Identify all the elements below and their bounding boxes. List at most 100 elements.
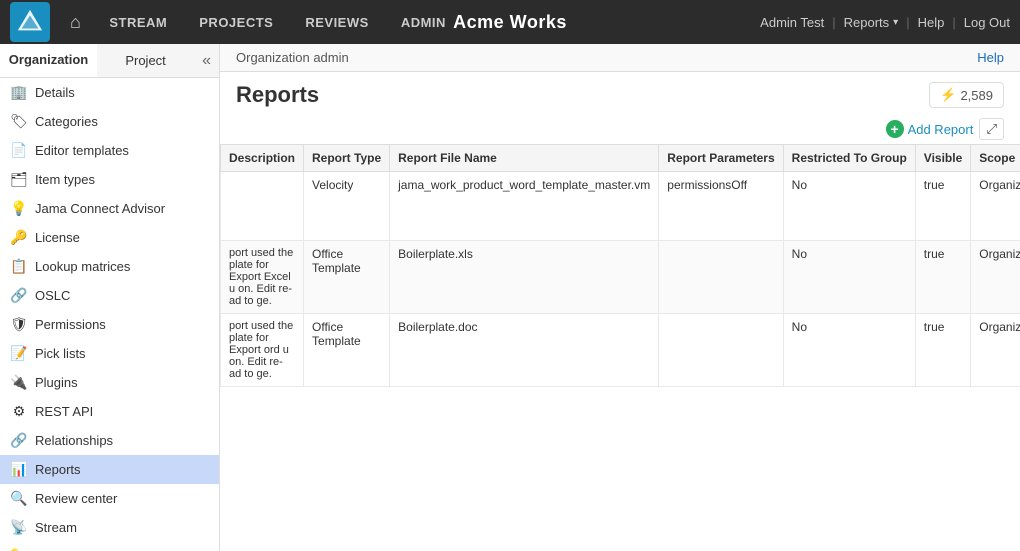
license-icon: 🔑 [10, 229, 28, 246]
sidebar-label-permissions: Permissions [35, 317, 106, 332]
row1-scope: Organization [971, 172, 1020, 241]
col-visible: Visible [915, 145, 970, 172]
stream-icon: 📡 [10, 519, 28, 536]
sidebar-item-rest-api[interactable]: ⚙ REST API [0, 397, 219, 426]
sidebar-tabs-row: Organization Project « [0, 44, 219, 78]
sidebar: Organization Project « 🏢 Details 🏷 Categ… [0, 44, 220, 551]
sidebar-item-pick-lists[interactable]: 📝 Pick lists [0, 339, 219, 368]
tab-project[interactable]: Project [97, 44, 194, 77]
col-report-type: Report Type [304, 145, 390, 172]
sidebar-item-license[interactable]: 🔑 License [0, 223, 219, 252]
table-row: port used the plate for Export Excel u o… [221, 241, 1020, 314]
sidebar-item-item-types[interactable]: 🗂 Item types [0, 165, 219, 194]
table-header-row: Description Report Type Report File Name… [221, 145, 1020, 172]
breadcrumb: Organization admin [236, 50, 349, 65]
sidebar-label-jama-advisor: Jama Connect Advisor [35, 201, 165, 216]
sep2: | [906, 15, 909, 30]
dropdown-arrow: ▾ [893, 17, 898, 28]
row3-scope: Organization [971, 314, 1020, 387]
row3-description: port used the plate for Export ord u on.… [221, 314, 304, 387]
sidebar-item-stream[interactable]: 📡 Stream [0, 513, 219, 542]
col-restricted-to-group: Restricted To Group [783, 145, 915, 172]
content-header: Organization admin Help [220, 44, 1020, 72]
row1-report-parameters: permissionsOff [659, 172, 783, 241]
sidebar-label-item-types: Item types [35, 172, 95, 187]
sidebar-tabs: Organization Project [0, 44, 194, 77]
sidebar-item-lookup-matrices[interactable]: 📋 Lookup matrices [0, 252, 219, 281]
sidebar-label-reports: Reports [35, 462, 81, 477]
relationships-icon: 🔗 [10, 432, 28, 449]
nav-home[interactable]: ⌂ [58, 0, 93, 44]
sidebar-item-jama-connect-advisor[interactable]: 💡 Jama Connect Advisor [0, 194, 219, 223]
permissions-icon: 🛡 [10, 316, 28, 333]
oslc-icon: 🔗 [10, 287, 28, 304]
nav-stream[interactable]: STREAM [93, 0, 183, 44]
nav-help[interactable]: Help [918, 15, 945, 30]
row3-visible: true [915, 314, 970, 387]
tab-organization[interactable]: Organization [0, 44, 97, 77]
sidebar-label-rest-api: REST API [35, 404, 93, 419]
toolbar-row: + Add Report ⤢ [220, 114, 1020, 144]
nav-user[interactable]: Admin Test [760, 15, 824, 30]
sep3: | [952, 15, 955, 30]
sidebar-item-editor-templates[interactable]: 📄 Editor templates [0, 136, 219, 165]
categories-icon: 🏷 [10, 113, 28, 130]
sidebar-collapse-button[interactable]: « [194, 46, 219, 76]
sep1: | [832, 15, 835, 30]
nav-reviews[interactable]: REVIEWS [289, 0, 384, 44]
sidebar-item-system-health-report[interactable]: 💊 System health report [0, 542, 219, 551]
pulse-icon: ⚡ [940, 87, 956, 103]
row1-visible: true [915, 172, 970, 241]
app-title: Acme Works [453, 12, 567, 33]
review-center-icon: 🔍 [10, 490, 28, 507]
row1-report-file-name: jama_work_product_word_template_master.v… [390, 172, 659, 241]
nav-links: ⌂ STREAM PROJECTS REVIEWS ADMIN [58, 0, 462, 44]
sidebar-label-editor-templates: Editor templates [35, 143, 129, 158]
sidebar-label-lookup-matrices: Lookup matrices [35, 259, 130, 274]
reports-icon: 📊 [10, 461, 28, 478]
table-row: port used the plate for Export ord u on.… [221, 314, 1020, 387]
row2-description: port used the plate for Export Excel u o… [221, 241, 304, 314]
add-report-label: Add Report [908, 122, 974, 137]
expand-button[interactable]: ⤢ [979, 118, 1004, 140]
nav-logout[interactable]: Log Out [964, 15, 1010, 30]
col-description: Description [221, 145, 304, 172]
sidebar-item-categories[interactable]: 🏷 Categories [0, 107, 219, 136]
row2-report-parameters [659, 241, 783, 314]
sidebar-label-review-center: Review center [35, 491, 117, 506]
main-layout: Organization Project « 🏢 Details 🏷 Categ… [0, 44, 1020, 551]
sidebar-item-details[interactable]: 🏢 Details [0, 78, 219, 107]
sidebar-label-stream: Stream [35, 520, 77, 535]
help-link[interactable]: Help [977, 50, 1004, 65]
sidebar-item-review-center[interactable]: 🔍 Review center [0, 484, 219, 513]
col-report-parameters: Report Parameters [659, 145, 783, 172]
add-report-button[interactable]: + Add Report [886, 120, 974, 138]
main-content: Organization admin Help Reports ⚡ 2,589 … [220, 44, 1020, 551]
nav-reports-link[interactable]: Reports [844, 15, 890, 30]
sidebar-item-plugins[interactable]: 🔌 Plugins [0, 368, 219, 397]
col-scope: Scope [971, 145, 1020, 172]
col-report-file-name: Report File Name [390, 145, 659, 172]
page-title: Reports [236, 82, 319, 108]
row1-restricted: No [783, 172, 915, 241]
editor-templates-icon: 📄 [10, 142, 28, 159]
pick-lists-icon: 📝 [10, 345, 28, 362]
nav-projects[interactable]: PROJECTS [183, 0, 289, 44]
sidebar-label-oslc: OSLC [35, 288, 70, 303]
lookup-matrices-icon: 📋 [10, 258, 28, 275]
app-logo[interactable] [10, 2, 50, 42]
sidebar-label-relationships: Relationships [35, 433, 113, 448]
sidebar-label-pick-lists: Pick lists [35, 346, 86, 361]
nav-admin[interactable]: ADMIN [385, 0, 462, 44]
sidebar-item-oslc[interactable]: 🔗 OSLC [0, 281, 219, 310]
sidebar-label-plugins: Plugins [35, 375, 78, 390]
details-icon: 🏢 [10, 84, 28, 101]
sidebar-item-relationships[interactable]: 🔗 Relationships [0, 426, 219, 455]
item-types-icon: 🗂 [10, 171, 28, 188]
sidebar-item-permissions[interactable]: 🛡 Permissions [0, 310, 219, 339]
plus-icon: + [886, 120, 904, 138]
item-count-value: 2,589 [960, 88, 993, 103]
row3-report-type: Office Template [304, 314, 390, 387]
row2-restricted: No [783, 241, 915, 314]
sidebar-item-reports[interactable]: 📊 Reports [0, 455, 219, 484]
